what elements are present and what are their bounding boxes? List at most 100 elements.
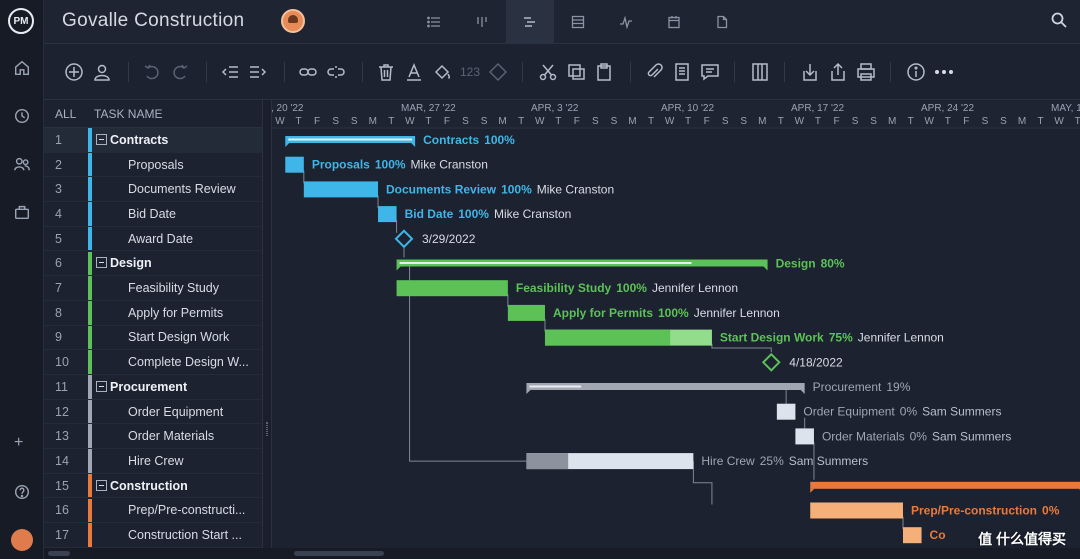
row-number[interactable]: 3 — [44, 182, 88, 196]
row-number[interactable]: 9 — [44, 330, 88, 344]
gantt-view-icon[interactable] — [506, 0, 554, 44]
task-row[interactable]: 9 Start Design Work — [44, 325, 262, 351]
dashboard-view-icon[interactable] — [602, 0, 650, 44]
task-bar[interactable] — [776, 403, 796, 420]
task-name-cell[interactable]: Order Materials — [96, 429, 256, 443]
task-name-cell[interactable]: Contracts — [96, 133, 256, 147]
export-icon[interactable] — [826, 60, 850, 84]
columns-icon[interactable] — [748, 60, 772, 84]
task-row[interactable]: 2 Proposals — [44, 152, 262, 178]
indent-icon[interactable] — [246, 60, 270, 84]
row-number[interactable]: 6 — [44, 256, 88, 270]
task-bar[interactable] — [902, 527, 922, 544]
comments-icon[interactable] — [698, 60, 722, 84]
row-number[interactable]: 5 — [44, 232, 88, 246]
task-bar[interactable] — [396, 280, 508, 297]
list-view-icon[interactable] — [410, 0, 458, 44]
milestone-marker[interactable] — [761, 352, 781, 372]
task-row[interactable]: 1 Contracts — [44, 128, 262, 153]
copy-icon[interactable] — [564, 60, 588, 84]
row-number[interactable]: 4 — [44, 207, 88, 221]
add-user-icon[interactable] — [90, 60, 114, 84]
task-name-cell[interactable]: Proposals — [96, 158, 256, 172]
task-name-cell[interactable]: Start Design Work — [96, 330, 256, 344]
files-view-icon[interactable] — [698, 0, 746, 44]
column-all-header[interactable]: ALL — [44, 107, 88, 121]
row-number[interactable]: 13 — [44, 429, 88, 443]
task-row[interactable]: 5 Award Date — [44, 226, 262, 252]
undo-icon[interactable] — [140, 60, 164, 84]
help-icon[interactable] — [12, 482, 32, 502]
task-row[interactable]: 13 Order Materials — [44, 424, 262, 450]
task-name-cell[interactable]: Documents Review — [96, 182, 256, 196]
task-name-cell[interactable]: Order Equipment — [96, 405, 256, 419]
task-bar[interactable] — [303, 181, 379, 198]
task-row[interactable]: 14 Hire Crew — [44, 449, 262, 474]
row-number[interactable]: 8 — [44, 306, 88, 320]
task-name-cell[interactable]: Procurement — [96, 380, 256, 394]
task-bar[interactable] — [378, 206, 397, 223]
task-row[interactable]: 17 Construction Start ... — [44, 523, 262, 548]
sheet-view-icon[interactable] — [554, 0, 602, 44]
info-icon[interactable] — [904, 60, 928, 84]
project-owner-avatar[interactable] — [281, 9, 305, 33]
delete-icon[interactable] — [374, 60, 398, 84]
number-format[interactable]: 123 — [460, 65, 480, 79]
calendar-view-icon[interactable] — [650, 0, 698, 44]
briefcase-icon[interactable] — [12, 202, 32, 222]
row-number[interactable]: 15 — [44, 479, 88, 493]
paste-icon[interactable] — [592, 60, 616, 84]
task-row[interactable]: 15 Construction — [44, 473, 262, 499]
row-number[interactable]: 2 — [44, 158, 88, 172]
milestone-marker[interactable] — [394, 229, 414, 249]
horizontal-scrollbar[interactable] — [44, 548, 1080, 559]
row-number[interactable]: 12 — [44, 405, 88, 419]
task-row[interactable]: 4 Bid Date — [44, 202, 262, 227]
font-color-icon[interactable] — [402, 60, 426, 84]
row-number[interactable]: 11 — [44, 380, 88, 394]
task-bar[interactable] — [285, 156, 304, 173]
user-avatar[interactable] — [11, 529, 33, 551]
task-row[interactable]: 10 Complete Design W... — [44, 350, 262, 375]
clock-icon[interactable] — [12, 106, 32, 126]
collapse-toggle-icon[interactable] — [96, 479, 107, 491]
team-icon[interactable] — [12, 154, 32, 174]
task-name-cell[interactable]: Construction — [96, 479, 256, 493]
task-row[interactable]: 3 Documents Review — [44, 177, 262, 203]
more-icon[interactable] — [932, 60, 956, 84]
print-icon[interactable] — [854, 60, 878, 84]
task-name-cell[interactable]: Bid Date — [96, 207, 256, 221]
milestone-icon[interactable] — [486, 60, 510, 84]
row-number[interactable]: 1 — [44, 133, 88, 147]
task-bar[interactable] — [795, 428, 814, 445]
task-name-cell[interactable]: Feasibility Study — [96, 281, 256, 295]
app-logo[interactable]: PM — [8, 8, 34, 34]
add-project-icon[interactable]: + — [14, 434, 23, 452]
board-view-icon[interactable] — [458, 0, 506, 44]
collapse-toggle-icon[interactable] — [96, 133, 107, 145]
splitter-grip[interactable] — [266, 422, 268, 436]
task-row[interactable]: 11 Procurement — [44, 375, 262, 400]
unlink-icon[interactable] — [324, 60, 348, 84]
cut-icon[interactable] — [536, 60, 560, 84]
link-icon[interactable] — [296, 60, 320, 84]
row-number[interactable]: 17 — [44, 528, 88, 542]
timeline-scroll-thumb[interactable] — [294, 551, 384, 556]
task-name-cell[interactable]: Apply for Permits — [96, 306, 256, 320]
home-icon[interactable] — [12, 58, 32, 78]
notes-icon[interactable] — [670, 60, 694, 84]
add-task-icon[interactable] — [62, 60, 86, 84]
redo-icon[interactable] — [168, 60, 192, 84]
task-row[interactable]: 16 Prep/Pre-constructi... — [44, 498, 262, 524]
task-bar[interactable] — [810, 502, 903, 519]
task-name-cell[interactable]: Award Date — [96, 232, 256, 246]
outdent-icon[interactable] — [218, 60, 242, 84]
attachment-icon[interactable] — [642, 60, 666, 84]
task-row[interactable]: 12 Order Equipment — [44, 399, 262, 425]
row-number[interactable]: 7 — [44, 281, 88, 295]
row-number[interactable]: 14 — [44, 454, 88, 468]
task-row[interactable]: 6 Design — [44, 251, 262, 277]
collapse-toggle-icon[interactable] — [96, 380, 107, 392]
task-bar[interactable] — [507, 304, 545, 321]
search-icon[interactable] — [1050, 11, 1068, 29]
